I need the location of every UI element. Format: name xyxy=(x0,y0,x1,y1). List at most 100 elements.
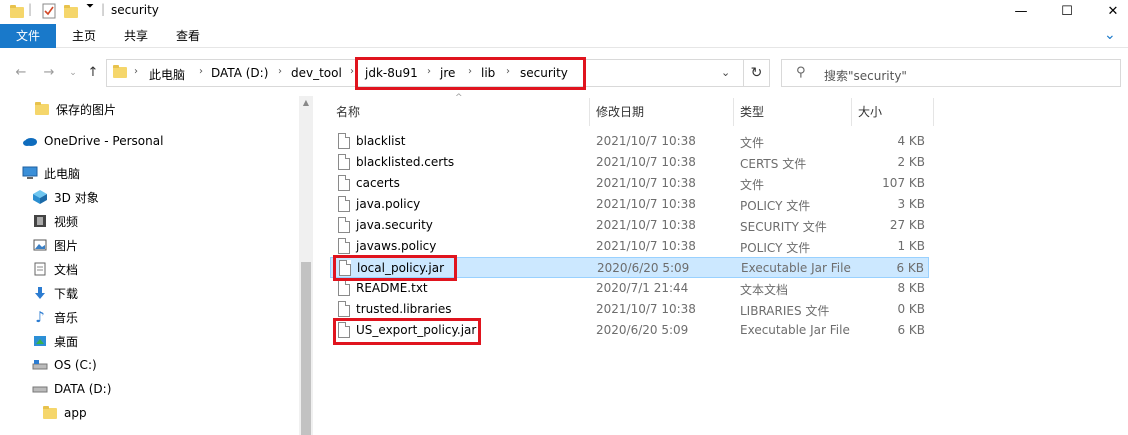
tab-home[interactable]: 主页 xyxy=(60,24,108,48)
breadcrumb-separator: › xyxy=(427,66,431,77)
refresh-icon[interactable]: ↻ xyxy=(744,59,770,87)
minimize-button[interactable]: — xyxy=(998,0,1044,22)
file-icon xyxy=(338,154,350,170)
sidebar-item-music[interactable]: ♪ 音乐 xyxy=(32,306,78,328)
title-bar: | ⏷ | security — ☐ ✕ xyxy=(0,0,1128,22)
file-icon xyxy=(338,301,350,317)
column-header-type[interactable]: 类型 xyxy=(734,98,852,126)
breadcrumb-dev-tool[interactable]: dev_tool xyxy=(291,66,342,80)
file-name: java.security xyxy=(356,218,433,232)
column-header-size[interactable]: 大小 xyxy=(852,98,934,126)
breadcrumb-separator: › xyxy=(506,66,510,77)
breadcrumb-data-d[interactable]: DATA (D:) xyxy=(211,66,268,80)
pictures-icon xyxy=(32,237,48,253)
sidebar-item-label: app xyxy=(64,406,87,420)
back-icon[interactable]: ← xyxy=(12,64,30,82)
sidebar-item-videos[interactable]: 视频 xyxy=(32,210,78,232)
file-icon xyxy=(338,280,350,296)
sidebar-item-desktop[interactable]: 桌面 xyxy=(32,330,78,352)
folder-icon xyxy=(34,101,50,117)
file-row[interactable]: javaws.policy 2021/10/7 10:38 POLICY 文件 1 K… xyxy=(330,236,929,257)
address-dropdown-icon[interactable]: ⌄ xyxy=(721,66,730,79)
column-header-date[interactable]: 修改日期 xyxy=(590,98,734,126)
file-type: 文本文档 xyxy=(740,283,789,297)
up-icon[interactable]: ↑ xyxy=(84,64,102,82)
folder-icon xyxy=(113,65,127,81)
sidebar-item-this-pc[interactable]: 此电脑 xyxy=(22,162,80,184)
tab-view[interactable]: 查看 xyxy=(164,24,212,48)
ribbon-expand-icon[interactable]: ⌄ xyxy=(1104,28,1118,42)
file-size: 8 KB xyxy=(897,281,925,295)
computer-icon xyxy=(22,165,38,181)
search-input[interactable]: ⚲ 搜索"security" xyxy=(781,59,1121,87)
sidebar-item-label: DATA (D:) xyxy=(54,382,112,396)
recent-locations-icon[interactable]: ⌄ xyxy=(64,64,82,82)
new-folder-icon[interactable] xyxy=(64,3,78,19)
breadcrumb-separator: › xyxy=(350,66,354,77)
file-icon xyxy=(338,133,350,149)
file-type: 文件 xyxy=(740,178,765,192)
tab-file[interactable]: 文件 xyxy=(0,24,56,48)
sidebar-item-label: 保存的图片 xyxy=(56,102,117,117)
scroll-up-icon[interactable]: ▲ xyxy=(299,98,313,107)
properties-icon[interactable] xyxy=(42,3,56,19)
file-row[interactable]: trusted.libraries 2021/10/7 10:38 LIBRARIE… xyxy=(330,299,929,320)
sidebar-item-documents[interactable]: 文档 xyxy=(32,258,78,280)
file-row[interactable]: java.security 2021/10/7 10:38 SECURITY 文件 2… xyxy=(330,215,929,236)
sidebar-item-pictures[interactable]: 图片 xyxy=(32,234,78,256)
forward-icon[interactable]: → xyxy=(40,64,58,82)
desktop-icon xyxy=(32,333,48,349)
breadcrumb-lib[interactable]: lib xyxy=(481,66,495,80)
file-row[interactable]: README.txt 2020/7/1 21:44 文本文档 8 KB xyxy=(330,278,929,299)
file-row[interactable]: US_export_policy.jar 2020/6/20 5:09 Execut… xyxy=(330,320,929,341)
file-date: 2021/10/7 10:38 xyxy=(596,176,696,190)
column-header-name[interactable]: 名称 xyxy=(330,98,590,126)
file-size: 107 KB xyxy=(882,176,925,190)
file-icon xyxy=(338,322,350,338)
file-row-selected[interactable]: local_policy.jar 2020/6/20 5:09 Executable… xyxy=(330,257,929,278)
file-row[interactable]: blacklist 2021/10/7 10:38 文件 4 KB xyxy=(330,131,929,152)
file-size: 4 KB xyxy=(897,134,925,148)
address-row: ← → ⌄ ↑ › 此电脑 › DATA (D:) › dev_tool › j… xyxy=(0,56,1128,90)
video-icon xyxy=(32,213,48,229)
maximize-button[interactable]: ☐ xyxy=(1044,0,1090,22)
sidebar-item-3d-objects[interactable]: 3D 对象 xyxy=(32,186,99,208)
file-date: 2020/6/20 5:09 xyxy=(597,261,690,275)
breadcrumb-security[interactable]: security xyxy=(520,66,568,80)
file-icon xyxy=(338,196,350,212)
breadcrumb-jdk[interactable]: jdk-8u91 xyxy=(365,66,418,80)
sidebar-item-onedrive[interactable]: OneDrive - Personal xyxy=(22,130,163,152)
sidebar-item-app[interactable]: app xyxy=(42,402,87,424)
music-icon: ♪ xyxy=(35,308,45,326)
breadcrumb-jre[interactable]: jre xyxy=(440,66,455,80)
sidebar-item-os-c[interactable]: OS (C:) xyxy=(32,354,97,376)
customize-toolbar-icon[interactable]: ⏷ xyxy=(86,1,94,17)
sidebar-item-label: 音乐 xyxy=(54,310,79,325)
scrollbar-thumb[interactable] xyxy=(301,262,311,435)
close-button[interactable]: ✕ xyxy=(1090,0,1128,22)
sidebar-item-label: 此电脑 xyxy=(44,166,81,181)
sidebar-item-downloads[interactable]: 下载 xyxy=(32,282,78,304)
address-bar[interactable]: › 此电脑 › DATA (D:) › dev_tool › jdk-8u91 … xyxy=(106,59,744,87)
file-size: 27 KB xyxy=(889,218,925,232)
file-row[interactable]: java.policy 2021/10/7 10:38 POLICY 文件 3 KB xyxy=(330,194,929,215)
file-row[interactable]: cacerts 2021/10/7 10:38 文件 107 KB xyxy=(330,173,929,194)
sidebar-item-saved-pictures[interactable]: 保存的图片 xyxy=(34,98,116,120)
file-row[interactable]: blacklisted.certs 2021/10/7 10:38 CERTS 文件… xyxy=(330,152,929,173)
file-type: LIBRARIES 文件 xyxy=(740,304,830,318)
file-name: README.txt xyxy=(356,281,428,295)
breadcrumb-this-pc[interactable]: 此电脑 xyxy=(149,66,185,83)
separator: | xyxy=(28,2,33,16)
breadcrumb-separator: › xyxy=(199,66,203,77)
sidebar-item-data-d[interactable]: DATA (D:) xyxy=(32,378,111,400)
drive-icon xyxy=(32,381,48,397)
file-type: POLICY 文件 xyxy=(740,241,811,255)
file-name: java.policy xyxy=(356,197,421,211)
tab-share[interactable]: 共享 xyxy=(112,24,160,48)
file-date: 2020/6/20 5:09 xyxy=(596,323,689,337)
sidebar-item-label: 桌面 xyxy=(54,334,79,349)
sidebar-scrollbar[interactable]: ▲ xyxy=(299,96,313,435)
file-type: Executable Jar File xyxy=(740,323,850,337)
sidebar-item-label: 图片 xyxy=(54,238,79,253)
file-type: SECURITY 文件 xyxy=(740,220,827,234)
